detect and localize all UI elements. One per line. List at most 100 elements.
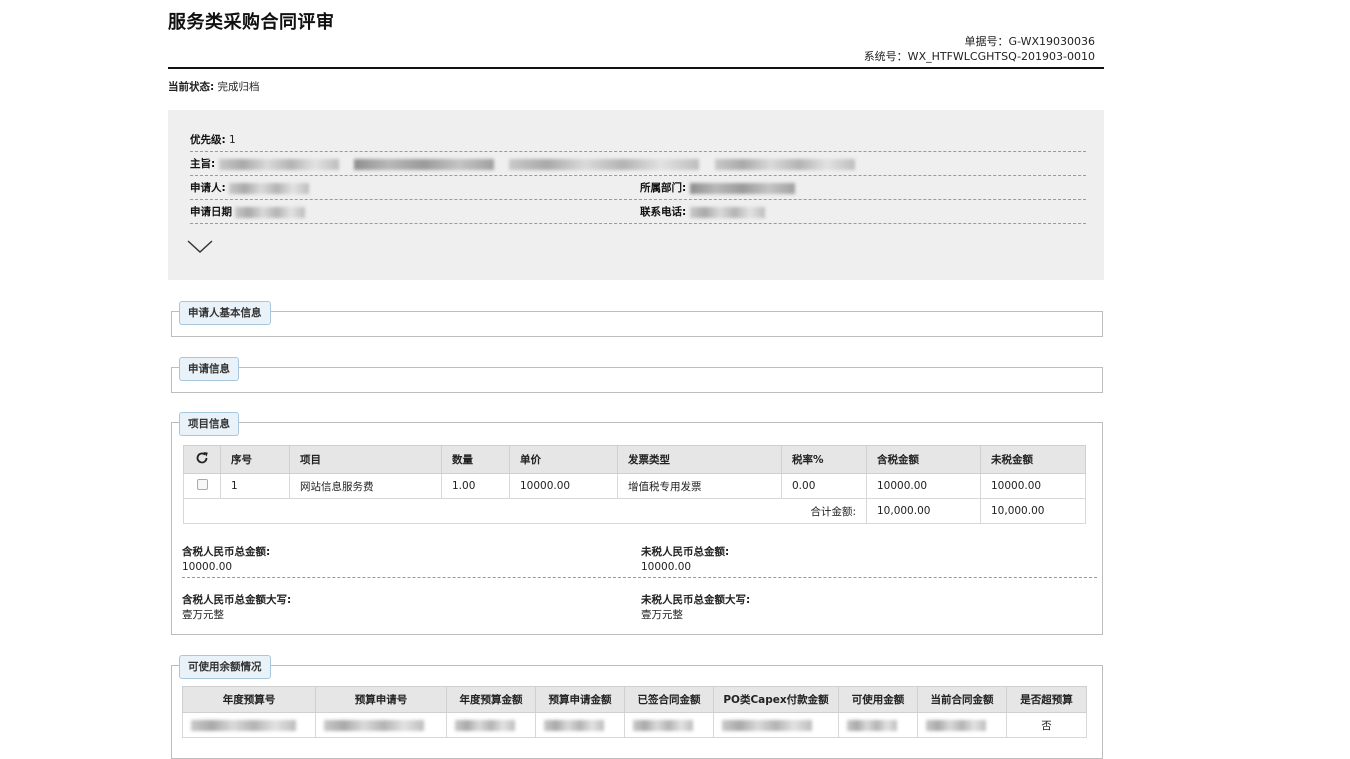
col-header: 年度预算号 [182, 686, 316, 713]
cell-net: 10000.00 [980, 473, 1086, 499]
redacted-applicant [229, 182, 310, 194]
redacted-subject-part [353, 158, 494, 170]
net-total-label: 未税人民币总金额: [641, 546, 730, 558]
priority-row: 优先级: 1 [190, 128, 1086, 152]
project-info-section: 项目信息 序号 项目 数量 单价 发票类型 税率% 含税金额 未税金额 1 网站… [171, 412, 1103, 635]
table-row: 否 [182, 712, 1087, 738]
redacted-cell [315, 712, 447, 738]
redacted-value [191, 719, 296, 731]
phone-label: 联系电话: [640, 206, 687, 218]
col-header: 预算申请号 [315, 686, 447, 713]
col-header: 年度预算金额 [446, 686, 536, 713]
status-value: 完成归档 [217, 81, 260, 93]
totals-divider [182, 577, 1097, 578]
current-status: 当前状态: 完成归档 [168, 79, 260, 94]
cell-no: 1 [220, 473, 290, 499]
chevron-down-icon[interactable] [186, 238, 214, 254]
header-divider [168, 67, 1104, 69]
priority-label: 优先级: [190, 134, 226, 146]
total-label: 合计金额: [183, 498, 867, 524]
application-info-legend[interactable]: 申请信息 [179, 357, 239, 381]
redacted-cell [624, 712, 714, 738]
redacted-cell [713, 712, 839, 738]
date-label: 申请日期 [190, 206, 232, 218]
redacted-value [633, 719, 693, 731]
applicant-info-section: 申请人基本信息 [171, 301, 1103, 337]
applicant-label: 申请人: [190, 182, 226, 194]
system-number: 系统号：WX_HTFWLCGHTSQ-201903-0010 [863, 50, 1095, 63]
redacted-value [455, 719, 515, 731]
gross-words: 含税人民币总金额大写: 壹万元整 [182, 593, 291, 623]
cell-price: 10000.00 [509, 473, 618, 499]
redacted-department [689, 182, 795, 194]
balance-legend[interactable]: 可使用余额情况 [179, 655, 271, 679]
net-total-value: 10000.00 [641, 561, 692, 573]
cell-gross: 10000.00 [866, 473, 981, 499]
gross-total-label: 含税人民币总金额: [182, 546, 271, 558]
redacted-cell [446, 712, 536, 738]
col-header: 未税金额 [980, 445, 1086, 474]
col-header: 是否超预算 [1006, 686, 1087, 713]
refresh-icon[interactable] [195, 451, 209, 465]
redacted-value [847, 719, 897, 731]
doc-number: 单据号：G-WX19030036 [964, 35, 1095, 48]
budget-table-header: 年度预算号 预算申请号 年度预算金额 预算申请金额 已签合同金额 PO类Cape… [182, 686, 1087, 713]
redacted-cell [838, 712, 918, 738]
over-budget-value: 否 [1006, 712, 1087, 738]
col-header: 单价 [509, 445, 618, 474]
col-header: 数量 [441, 445, 510, 474]
col-header: 项目 [289, 445, 442, 474]
redacted-cell [182, 712, 316, 738]
redacted-cell [535, 712, 625, 738]
col-header: 序号 [220, 445, 290, 474]
application-info-section: 申请信息 [171, 357, 1103, 393]
subject-label: 主旨: [190, 158, 216, 170]
contract-review-page: 服务类采购合同评审 单据号：G-WX19030036 系统号：WX_HTFWLC… [0, 0, 1350, 759]
net-words: 未税人民币总金额大写: 壹万元整 [641, 593, 750, 623]
col-header: PO类Capex付款金额 [713, 686, 839, 713]
redacted-phone [689, 206, 765, 218]
phone-field: 联系电话: [640, 200, 765, 224]
balance-section: 可使用余额情况 年度预算号 预算申请号 年度预算金额 预算申请金额 已签合同金额… [171, 655, 1103, 759]
department-label: 所属部门: [640, 182, 687, 194]
table-row: 1 网站信息服务费 1.00 10000.00 增值税专用发票 0.00 100… [183, 473, 1086, 499]
cell-invoice: 增值税专用发票 [617, 473, 782, 499]
col-header: 已签合同金额 [624, 686, 714, 713]
total-net: 10,000.00 [980, 498, 1086, 524]
col-header: 含税金额 [866, 445, 981, 474]
cell-tax: 0.00 [781, 473, 867, 499]
net-words-value: 壹万元整 [641, 609, 683, 621]
col-header: 预算申请金额 [535, 686, 625, 713]
status-label: 当前状态: [168, 81, 215, 93]
gross-total-value: 10000.00 [182, 561, 233, 573]
col-header: 发票类型 [617, 445, 782, 474]
gross-words-label: 含税人民币总金额大写: [182, 594, 292, 606]
redacted-subject-part [509, 158, 700, 170]
subject-row: 主旨: [190, 152, 1086, 176]
redacted-cell [917, 712, 1007, 738]
project-info-legend[interactable]: 项目信息 [179, 412, 239, 436]
total-row: 合计金额: 10,000.00 10,000.00 [183, 498, 1086, 524]
gross-words-value: 壹万元整 [182, 609, 224, 621]
items-table-header: 序号 项目 数量 单价 发票类型 税率% 含税金额 未税金额 [183, 445, 1086, 474]
redacted-value [324, 719, 424, 731]
applicant-row: 申请人: 所属部门: [190, 176, 1086, 200]
redacted-date [235, 206, 306, 218]
redacted-subject-part [218, 158, 339, 170]
gross-total: 含税人民币总金额: 10000.00 [182, 545, 270, 575]
row-checkbox-cell [183, 473, 221, 499]
redacted-value [926, 719, 986, 731]
items-table: 序号 项目 数量 单价 发票类型 税率% 含税金额 未税金额 1 网站信息服务费… [183, 445, 1086, 524]
col-header: 可使用金额 [838, 686, 918, 713]
applicant-info-legend[interactable]: 申请人基本信息 [179, 301, 271, 325]
net-total: 未税人民币总金额: 10000.00 [641, 545, 729, 575]
refresh-header [183, 445, 221, 474]
row-checkbox[interactable] [196, 479, 208, 490]
cell-item: 网站信息服务费 [289, 473, 442, 499]
redacted-value [722, 719, 812, 731]
priority-value: 1 [229, 134, 236, 146]
department-field: 所属部门: [640, 176, 795, 200]
col-header: 当前合同金额 [917, 686, 1007, 713]
date-row: 申请日期 联系电话: [190, 200, 1086, 224]
redacted-value [544, 719, 604, 731]
